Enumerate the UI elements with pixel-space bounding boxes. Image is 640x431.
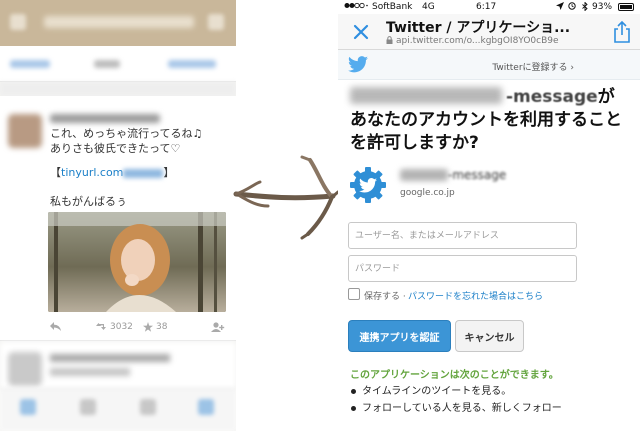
location-icon — [556, 2, 564, 13]
forgot-password-link[interactable]: パスワードを忘れた場合はこちら — [408, 289, 543, 302]
tweet-link[interactable]: 【tinyurl.com】 — [50, 164, 174, 180]
twitter-bird-icon — [348, 56, 368, 73]
remember-row: 保存する · パスワードを忘れた場合はこちら — [348, 288, 588, 302]
share-button[interactable] — [612, 20, 632, 44]
authorize-app-button[interactable]: 連携アプリを認証 — [348, 320, 451, 352]
battery-icon — [618, 3, 634, 11]
timeline-screenshot: これ、めっちゃ流行ってるね♫ ありさも彼氏できたって♡ 【tinyurl.com… — [0, 0, 236, 431]
url-bar[interactable]: api.twitter.com/o...kgbgOI8YO0cB9e — [386, 36, 598, 46]
remember-checkbox[interactable] — [348, 288, 360, 300]
permission-item: フォローしている人を見る、新しくフォロー — [350, 400, 630, 417]
favorite-count: 38 — [156, 322, 168, 332]
permissions-list: タイムラインのツイートを見る。 フォローしている人を見る、新しくフォロー — [350, 383, 630, 417]
back-icon — [10, 14, 26, 30]
bluetooth-icon — [582, 1, 588, 14]
app-domain[interactable]: google.co.jp — [400, 188, 455, 198]
app-name: -message — [400, 168, 506, 182]
tweet-text-line: 私もがんばるぅ — [50, 195, 127, 208]
password-field[interactable] — [348, 255, 577, 282]
tweet: これ、めっちゃ流行ってるね♫ ありさも彼氏できたって♡ 【tinyurl.com… — [0, 96, 236, 341]
page-title: Twitter / アプリケーショ... — [386, 20, 571, 36]
clock: 6:17 — [476, 2, 497, 12]
carrier: SoftBank — [372, 2, 413, 12]
username-field[interactable] — [348, 222, 577, 249]
retweet-icon[interactable] — [96, 322, 108, 334]
share-icon — [614, 20, 630, 43]
permissions-heading: このアプリケーションは次のことができます。 — [350, 370, 559, 381]
cancel-button[interactable]: キャンセル — [455, 320, 524, 352]
timeline-header-title — [44, 16, 194, 28]
timeline-tabs — [0, 46, 236, 82]
timeline-header — [0, 0, 236, 46]
tab-tweets[interactable] — [10, 60, 50, 68]
retweet-count: 3032 — [110, 322, 133, 332]
signup-link[interactable]: Twitterに登録する › — [492, 60, 574, 73]
url-text: api.twitter.com/o...kgbgOI8YO0cB9e — [396, 36, 559, 46]
twig-arrow-icon — [228, 140, 346, 250]
tweet-actions: 3032 38 — [48, 322, 228, 336]
lock-icon — [386, 36, 393, 44]
twitter-topbar: Twitterに登録する › — [338, 50, 640, 80]
tab-following[interactable] — [94, 60, 120, 68]
alarm-icon — [568, 2, 576, 13]
network-type: 4G — [422, 2, 435, 12]
star-icon[interactable] — [143, 322, 153, 335]
tweet-author-name — [50, 114, 160, 123]
app-info: -message google.co.jp — [350, 162, 630, 212]
compose-icon — [208, 14, 224, 30]
app-logo-icon — [350, 167, 386, 203]
tweet-link-text[interactable]: tinyurl.com — [61, 166, 123, 179]
tweet-photo[interactable] — [48, 212, 226, 312]
timeline-tabbar — [0, 388, 236, 431]
close-button[interactable] — [350, 21, 372, 43]
browser-navbar: Twitter / アプリケーショ... api.twitter.com/o..… — [338, 14, 640, 50]
authorize-question: -messageがあなたのアカウントを利用することを許可しますか? — [350, 86, 630, 155]
twitter-auth-screen: SoftBank 4G 6:17 93% Twitter / アプリケーショ..… — [338, 0, 640, 431]
app-name-suffix: -message — [448, 168, 507, 182]
close-icon — [353, 24, 369, 40]
avatar — [8, 114, 42, 148]
signal-icon — [344, 2, 368, 12]
tweet-text-line: ありさも彼氏できたって♡ — [50, 142, 181, 155]
permission-item: タイムラインのツイートを見る。 — [350, 383, 630, 400]
tweet-text-line: これ、めっちゃ流行ってるね♫ — [50, 127, 203, 140]
follow-icon[interactable] — [211, 322, 225, 335]
battery-percent: 93% — [592, 2, 613, 12]
question-app-suffix: -message — [506, 87, 598, 107]
blurred-app-name — [350, 87, 502, 104]
reply-icon[interactable] — [50, 322, 61, 334]
status-bar: SoftBank 4G 6:17 93% — [338, 0, 640, 14]
remember-label[interactable]: 保存する · — [364, 289, 406, 302]
tab-followers[interactable] — [168, 60, 216, 68]
